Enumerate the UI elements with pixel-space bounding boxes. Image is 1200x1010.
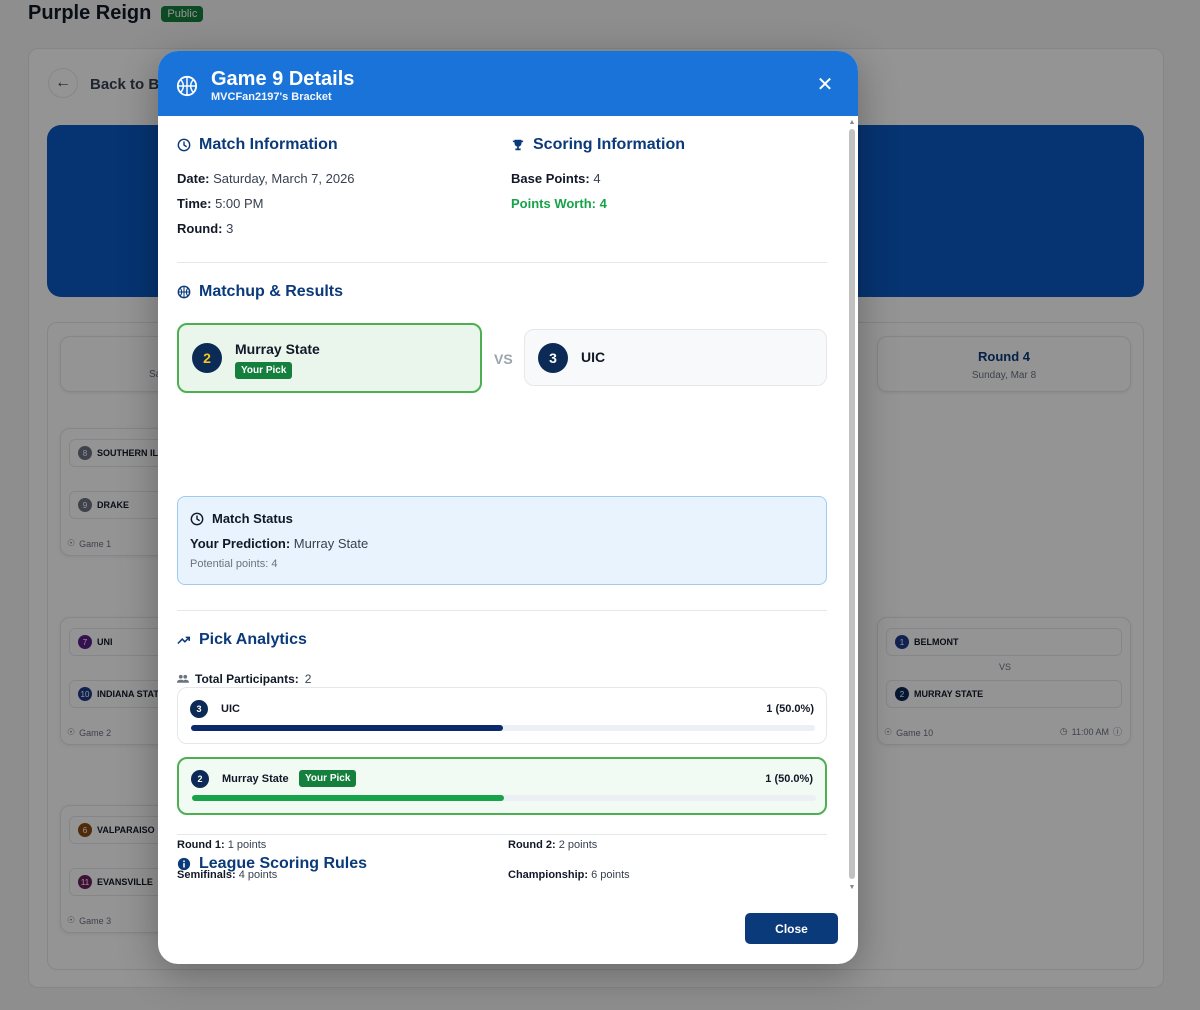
basketball-icon	[176, 75, 198, 97]
pick-share-bar	[192, 795, 816, 801]
modal-title: Game 9 Details	[211, 68, 355, 90]
rule-round-2: Round 2: 2 points	[508, 839, 598, 851]
team-seed: 2	[192, 343, 222, 373]
your-prediction: Your Prediction: Murray State	[190, 536, 369, 551]
team-seed: 3	[538, 343, 568, 373]
match-status-box: Match Status Your Prediction: Murray Sta…	[177, 496, 827, 585]
vs-label: VS	[494, 351, 513, 367]
trophy-icon	[512, 139, 524, 151]
modal-subtitle: MVCFan2197's Bracket	[211, 91, 332, 103]
team-name: UIC	[581, 349, 606, 365]
people-icon	[177, 674, 189, 683]
team-name: Murray State	[235, 341, 320, 357]
divider	[177, 834, 827, 835]
rule-round-1: Round 1: 1 points	[177, 839, 267, 851]
pick-analytics-row-uic: 3 UIC 1 (50.0%)	[177, 687, 827, 744]
team-card-murray-state[interactable]: 2 Murray State Your Pick	[177, 323, 482, 393]
points-worth: Points Worth: 4	[511, 196, 607, 211]
your-pick-badge: Your Pick	[235, 362, 293, 379]
close-button[interactable]: Close	[745, 913, 838, 944]
modal-header: Game 9 Details MVCFan2197's Bracket ✕	[158, 51, 858, 116]
match-status-heading: Match Status	[190, 511, 293, 526]
pick-share-bar	[191, 725, 815, 731]
base-points: Base Points: 4	[511, 171, 601, 186]
match-date: Date: Saturday, March 7, 2026	[177, 171, 355, 186]
scroll-thumb[interactable]	[849, 129, 855, 879]
potential-points: Potential points: 4	[190, 558, 278, 570]
rule-semifinals: Semifinals: 4 points	[177, 869, 278, 881]
pick-share-fill	[191, 725, 503, 731]
basketball-icon	[177, 285, 191, 299]
scroll-down-icon[interactable]: ▼	[848, 884, 856, 891]
game-details-modal: Game 9 Details MVCFan2197's Bracket ✕ Ma…	[158, 51, 858, 964]
modal-body: Match Information Date: Saturday, March …	[158, 116, 858, 896]
close-icon[interactable]: ✕	[814, 73, 836, 96]
pick-analytics-heading: Pick Analytics	[177, 631, 307, 649]
match-info-heading: Match Information	[177, 136, 338, 154]
clock-icon	[190, 512, 204, 525]
clock-icon	[177, 138, 191, 152]
scroll-up-icon[interactable]: ▲	[848, 119, 856, 126]
divider	[177, 262, 827, 263]
pick-analytics-row-murray-state: 2 Murray State Your Pick 1 (50.0%)	[177, 757, 827, 815]
match-time: Time: 5:00 PM	[177, 196, 264, 211]
scoring-info-heading: Scoring Information	[511, 136, 685, 154]
scrollbar[interactable]: ▲ ▼	[848, 119, 856, 891]
total-participants: Total Participants: 2	[177, 672, 311, 686]
matchup-heading: Matchup & Results	[177, 283, 343, 301]
pick-share-fill	[192, 795, 504, 801]
your-pick-badge: Your Pick	[299, 770, 357, 787]
team-card-uic-frame[interactable]: 3 UIC	[524, 329, 827, 386]
match-round: Round: 3	[177, 221, 234, 236]
rule-championship: Championship: 6 points	[508, 869, 630, 881]
divider	[177, 610, 827, 611]
trending-up-icon	[177, 636, 191, 645]
